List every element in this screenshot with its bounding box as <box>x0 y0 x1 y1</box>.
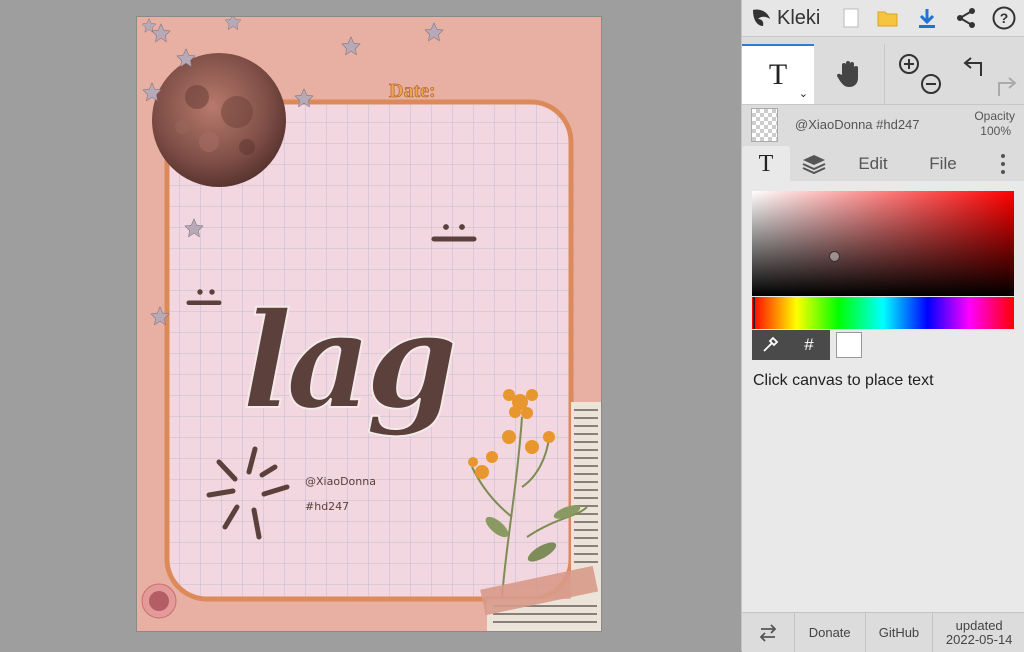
download-icon <box>919 9 935 28</box>
text-tool-button[interactable]: T ⌄ <box>742 44 814 104</box>
new-file-icon <box>843 8 859 28</box>
chevron-down-icon[interactable]: ⌄ <box>799 87 808 100</box>
swap-side-button[interactable] <box>742 613 795 652</box>
layer-row[interactable]: @XiaoDonna #hd247 Opacity 100% <box>742 104 1024 146</box>
hint-text: Click canvas to place text <box>753 372 934 389</box>
hex-input-button[interactable]: # <box>788 330 830 360</box>
updated-label: updated <box>955 617 1003 633</box>
layer-name: @XiaoDonna #hd247 <box>795 117 920 132</box>
hue-slider-handle[interactable] <box>753 297 755 329</box>
redo-icon[interactable] <box>997 77 1017 96</box>
artwork: Date: lag @XiaoDonna #hd247 <box>137 17 601 631</box>
credit-handle: @XiaoDonna <box>305 475 376 488</box>
hand-tool-button[interactable] <box>814 44 884 104</box>
undo-icon[interactable] <box>962 57 982 76</box>
hex-symbol: # <box>804 335 814 354</box>
tab-file[interactable]: File <box>916 146 970 182</box>
open-button[interactable] <box>873 3 903 33</box>
canvas-workspace[interactable]: Date: lag @XiaoDonna #hd247 <box>0 0 741 651</box>
side-panel: Kleki ? T ⌄ @XiaoDonna #hd247 Opacity 10… <box>741 0 1024 652</box>
zoom-controls <box>884 44 955 104</box>
kleki-icon <box>753 9 770 26</box>
layer-thumbnail[interactable] <box>751 108 778 142</box>
color-picker-square[interactable] <box>752 191 1014 296</box>
share-icon <box>957 8 975 28</box>
eyedropper-button[interactable] <box>752 330 788 360</box>
donate-link[interactable]: Donate <box>795 613 866 652</box>
layers-icon <box>802 155 826 175</box>
more-vertical-icon <box>1001 154 1005 174</box>
secondary-color-swatch[interactable] <box>836 332 862 358</box>
folder-icon <box>877 11 898 27</box>
kleki-logo[interactable]: Kleki <box>750 4 820 32</box>
tab-edit[interactable]: Edit <box>846 146 900 182</box>
date-label: Date: <box>389 80 436 102</box>
github-link[interactable]: GitHub <box>866 613 934 652</box>
top-toolbar: Kleki ? <box>742 0 1024 37</box>
updated-date: 2022-05-14 <box>945 631 1013 647</box>
help-button[interactable]: ? <box>989 3 1019 33</box>
svg-text:?: ? <box>1000 10 1009 26</box>
opacity-value: 100% <box>980 124 1011 138</box>
hand-icon <box>836 61 858 87</box>
moon-image <box>152 53 286 187</box>
save-button[interactable] <box>912 3 942 33</box>
text-tool-glyph: T <box>768 58 788 91</box>
new-file-button[interactable] <box>836 3 866 33</box>
help-icon: ? <box>992 6 1016 30</box>
updated-info[interactable]: updated 2022-05-14 <box>933 613 1024 652</box>
panel-footer: Donate GitHub updated 2022-05-14 <box>742 612 1024 652</box>
panel-tabs: T Edit File <box>742 146 1024 182</box>
tab-tool-settings[interactable]: T <box>742 146 790 182</box>
credit-tag: #hd247 <box>305 500 349 513</box>
zoom-out-icon[interactable] <box>921 74 941 94</box>
tab-more[interactable] <box>988 146 1018 182</box>
hue-slider[interactable] <box>752 297 1014 329</box>
tool-row: T ⌄ <box>742 44 1024 105</box>
drawing-canvas[interactable]: Date: lag @XiaoDonna #hd247 <box>137 17 601 631</box>
tool-settings-panel: # Click canvas to place text <box>742 181 1024 613</box>
swap-icon <box>759 623 777 642</box>
tab-layers[interactable] <box>790 146 838 182</box>
app-name: Kleki <box>777 6 821 29</box>
watermark-stamp <box>141 583 177 619</box>
opacity-label: Opacity <box>974 109 1015 123</box>
zoom-in-icon[interactable] <box>899 54 919 74</box>
history-controls <box>954 44 1024 104</box>
main-lettering: lag <box>242 284 454 439</box>
tab-tool-glyph: T <box>758 150 774 177</box>
color-cursor[interactable] <box>829 251 840 262</box>
share-button[interactable] <box>951 3 981 33</box>
eyedropper-icon <box>763 336 779 352</box>
